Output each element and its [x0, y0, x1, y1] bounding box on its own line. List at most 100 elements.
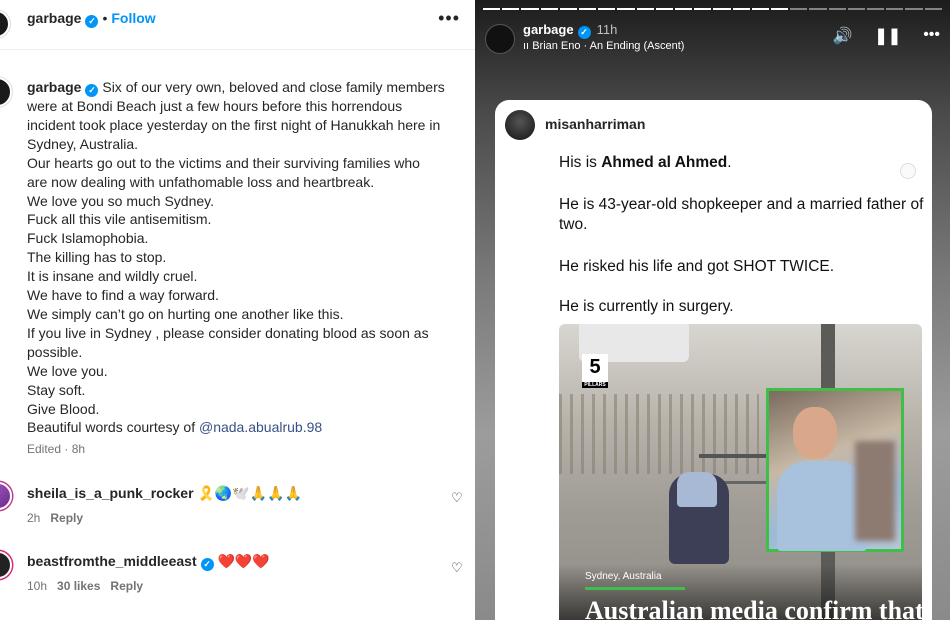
verified-icon: ✓: [85, 15, 99, 28]
progress-segment: [598, 8, 616, 10]
progress-segment: [790, 8, 808, 10]
caption-username[interactable]: garbage: [27, 79, 81, 95]
caption-line: incident took place yesterday on the fir…: [27, 116, 441, 133]
commenter-avatar[interactable]: [0, 551, 12, 579]
card-author-avatar: [505, 110, 535, 140]
like-heart-icon[interactable]: ♡: [451, 560, 465, 575]
story-avatar[interactable]: [485, 24, 515, 54]
caption-line: The killing has to stop.: [27, 249, 167, 266]
verified-icon: ✓: [200, 558, 214, 571]
card-text-line: He is 43-year-old shopkeeper and a marri…: [559, 196, 924, 233]
card-text-line: He risked his life and got SHOT TWICE.: [559, 258, 835, 275]
story-controls: 🔊 ❚❚ •••: [832, 26, 940, 46]
shared-post-card[interactable]: misanharriman His is Ahmed al Ahmed. He …: [495, 100, 932, 620]
story-author: garbage ✓ 11h: [523, 22, 617, 39]
story-music[interactable]: ıı Brian Eno · An Ending (Ascent): [523, 40, 684, 52]
story-progress: [483, 8, 942, 10]
verified-icon: ✓: [85, 84, 99, 97]
card-author-username: misanharriman: [545, 116, 646, 132]
card-text-line: He is currently in surgery.: [559, 298, 734, 315]
music-title: Brian Eno · An Ending (Ascent): [532, 40, 685, 52]
logo-number: 5: [589, 356, 601, 378]
news-logo: 5 PILLARS: [582, 354, 608, 388]
story-panel: garbage ✓ 11h ıı Brian Eno · An Ending (As…: [475, 0, 950, 620]
progress-segment: [675, 8, 693, 10]
story-username[interactable]: garbage: [523, 22, 574, 37]
caption-line: possible.: [27, 343, 83, 360]
post-author: garbage ✓ • Follow: [27, 10, 156, 28]
commenter-avatar[interactable]: [0, 482, 12, 510]
caption-line: We love you so much Sydney.: [27, 192, 215, 209]
card-text-part: His is: [559, 154, 602, 171]
follow-button[interactable]: Follow: [111, 10, 155, 26]
edited-timestamp: Edited · 8h: [27, 442, 86, 456]
post-header: garbage ✓ • Follow •••: [0, 0, 475, 50]
comment-emojis: 🎗️🌏🕊️🙏🙏🙏: [197, 485, 303, 501]
caption-line: It is insane and wildly cruel.: [27, 268, 198, 285]
progress-segment: [867, 8, 885, 10]
inset-shirt-shape: [777, 461, 867, 551]
author-avatar[interactable]: [0, 10, 10, 38]
volume-icon[interactable]: 🔊: [832, 26, 852, 46]
caption-line: Fuck Islamophobia.: [27, 230, 149, 247]
comment-text: beastfromthe_middleeast ✓ ❤️❤️❤️: [27, 553, 270, 571]
comment-time: 2h: [27, 511, 41, 525]
reply-button[interactable]: Reply: [50, 511, 83, 525]
progress-segment: [483, 8, 501, 10]
more-options-icon[interactable]: •••: [923, 26, 940, 46]
progress-segment: [732, 8, 750, 10]
more-options-icon[interactable]: •••: [438, 8, 460, 29]
story-time: 11h: [596, 22, 618, 37]
caption-line: were at Bondi Beach just a few hours bef…: [27, 98, 403, 114]
news-location: Sydney, Australia: [585, 571, 662, 582]
progress-segment: [771, 8, 789, 10]
news-accent-bar: [585, 587, 685, 590]
progress-segment: [540, 8, 558, 10]
inset-blur-shape: [855, 441, 895, 541]
like-heart-icon[interactable]: ♡: [451, 490, 465, 505]
caption-line: We love you.: [27, 362, 108, 379]
caption-line: We have to find a way forward.: [27, 287, 219, 304]
progress-segment: [579, 8, 597, 10]
separator-dot: •: [102, 10, 108, 26]
inset-photo: [766, 388, 904, 552]
comment-emojis: ❤️❤️❤️: [217, 553, 270, 569]
caption-line: Fuck all this vile antisemitism.: [27, 211, 212, 228]
comment-meta: 2h Reply: [27, 511, 93, 525]
reply-button[interactable]: Reply: [110, 579, 143, 593]
mention-link[interactable]: @nada.abualrub.98: [199, 419, 322, 435]
progress-segment: [924, 8, 942, 10]
pause-icon[interactable]: ❚❚: [874, 26, 901, 46]
post-panel: garbage ✓ • Follow ••• garbage ✓ Six of our …: [0, 0, 475, 620]
logo-sub: PILLARS: [582, 382, 608, 388]
progress-segment: [905, 8, 923, 10]
comment-time: 10h: [27, 579, 48, 593]
caption-line: Stay soft.: [27, 381, 86, 398]
progress-segment: [886, 8, 904, 10]
progress-segment: [828, 8, 846, 10]
comment-meta: 10h 30 likes Reply: [27, 579, 153, 593]
commenter-username[interactable]: beastfromthe_middleeast: [27, 553, 197, 569]
progress-segment: [694, 8, 712, 10]
progress-segment: [502, 8, 520, 10]
caption-avatar[interactable]: [0, 77, 12, 107]
card-text-line: His is Ahmed al Ahmed.: [559, 153, 924, 173]
progress-segment: [847, 8, 866, 10]
comment-text: sheila_is_a_punk_rocker 🎗️🌏🕊️🙏🙏🙏: [27, 485, 302, 502]
progress-segment: [521, 8, 539, 10]
news-headline: Australian media confirm that: [585, 596, 922, 620]
inset-face-shape: [793, 407, 837, 459]
caption-line: Give Blood.: [27, 400, 100, 417]
author-username[interactable]: garbage: [27, 10, 81, 26]
progress-segment: [713, 8, 731, 10]
caption-line: We simply can’t go on hurting one anothe…: [27, 305, 344, 322]
progress-segment: [655, 8, 674, 10]
progress-segment: [559, 8, 578, 10]
caption-line: are now dealing with unfathomable loss a…: [27, 173, 375, 190]
person-shirt-shape: [677, 472, 717, 507]
progress-segment: [809, 8, 827, 10]
post-caption: garbage ✓ Six of our very own, beloved an…: [27, 78, 467, 437]
commenter-username[interactable]: sheila_is_a_punk_rocker: [27, 485, 194, 501]
progress-segment: [617, 8, 635, 10]
comment-likes[interactable]: 30 likes: [57, 579, 100, 593]
